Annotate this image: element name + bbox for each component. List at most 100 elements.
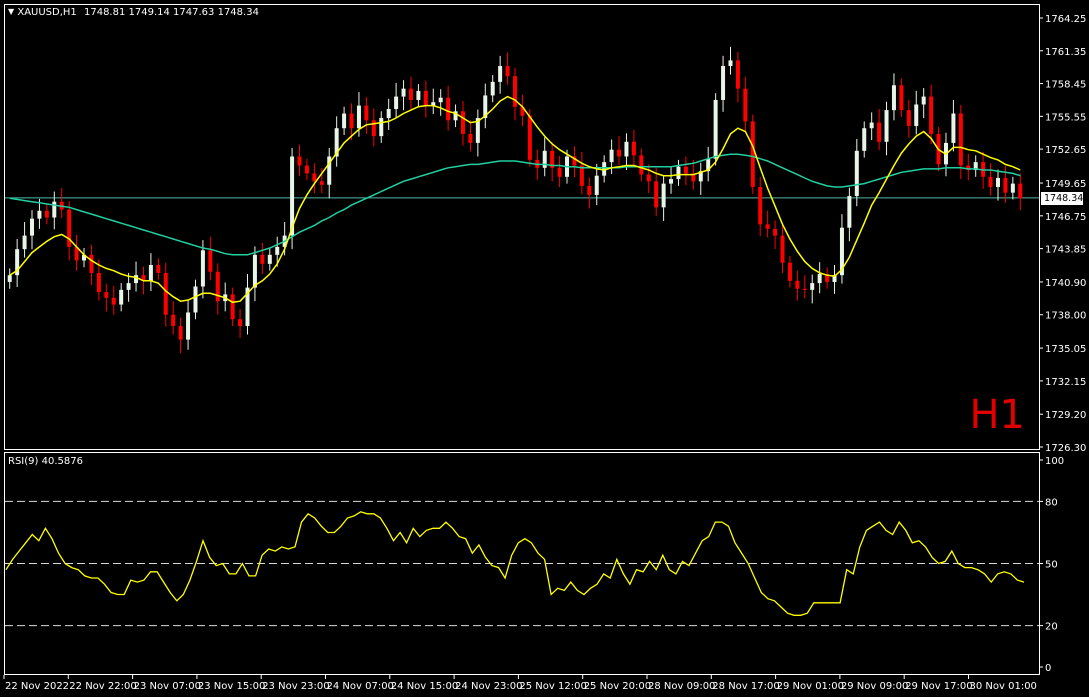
candle-body [891,85,896,111]
rsi-tick-label: 20 [1045,622,1058,633]
candle-body [609,149,614,163]
candle-body [743,88,748,122]
candle-body [7,275,12,282]
candle-body [200,250,205,287]
candle-body [877,122,882,142]
candle-body [468,133,473,143]
price-tick-label: 1764.25 [1045,14,1086,25]
candle-body [527,115,532,160]
candle-body [446,97,451,121]
candle-body [156,265,161,273]
candle-body [394,96,399,109]
price-tick-label: 1755.55 [1045,112,1086,123]
time-tick-label: 24 Nov 23:00 [455,681,522,692]
moving-averages-group [9,95,1021,304]
chart-header[interactable]: ▼ XAUUSD,H1 1748.81 1749.14 1747.63 1748… [8,7,259,18]
candle-body [89,254,94,273]
candle-body [178,326,183,340]
candle-body [498,66,503,82]
candle-body [721,66,726,100]
candle-body [669,179,674,184]
candle-body [579,165,584,186]
rsi-tick-label: 0 [1045,663,1051,674]
candle-body [847,196,852,228]
candle-body [312,173,317,182]
candle-body [951,113,956,143]
candle-body [490,81,495,96]
candle-body [275,246,280,255]
candle-body [148,265,153,281]
candle-body [639,155,644,175]
candle-body [96,272,101,293]
time-tick-label: 24 Nov 07:00 [327,681,394,692]
candle-body [401,88,406,97]
candle-body [1018,183,1023,199]
candle-body [624,141,629,157]
candle-body [208,250,213,272]
rsi-tick-label: 50 [1045,560,1058,571]
time-tick-label: 25 Nov 20:00 [584,681,651,692]
candle-body [802,288,807,290]
time-tick-label: 25 Nov 12:00 [519,681,586,692]
rsi-header: RSI(9) 40.5876 [8,456,83,467]
price-tick-label: 1729.20 [1045,410,1086,421]
candle-body [854,150,859,197]
price-tick-label: 1740.90 [1045,278,1086,289]
price-tick-label: 1732.15 [1045,377,1086,388]
price-axis: 1764.25 1761.35 1758.45 1755.55 1752.65 1749.… [1039,14,1086,454]
candle-body [126,283,131,290]
time-tick-label: 23 Nov 07:00 [134,681,201,692]
candle-body [995,177,1000,187]
candle-body [795,280,800,289]
rsi-tick-label: 80 [1045,497,1058,508]
chart-canvas[interactable]: 1764.25 1761.35 1758.45 1755.55 1752.65 1749.… [0,0,1089,697]
candle-body [1010,183,1015,193]
candle-body [646,174,651,182]
candle-body [988,176,993,187]
candle-body [423,90,428,106]
candle-body [371,120,376,137]
candle-body [379,118,384,137]
price-tick-label: 1746.75 [1045,212,1086,223]
time-tick-label: 22 Nov 2022 [5,681,69,692]
candle-body [356,105,361,129]
candle-body [111,297,116,305]
candle-body [914,104,919,126]
candle-body [594,175,599,195]
candle-body [260,254,265,264]
candle-body [735,60,740,89]
candle-body [171,314,176,327]
candle-body [364,105,369,121]
candle-body [104,292,109,298]
candle-body [193,286,198,313]
candle-body [661,183,666,208]
rsi-levels-group [5,500,1039,627]
candle-body [758,187,763,225]
candle-body [631,141,636,156]
candle-body [713,99,718,159]
candle-body [186,312,191,340]
candle-body [319,181,324,185]
candle-body [304,165,309,174]
candle-body [416,90,421,100]
candle-body [119,289,124,305]
candle-body [238,319,243,327]
candle-body [906,110,911,126]
time-tick-label: 28 Nov 09:00 [648,681,715,692]
symbol-label: XAUUSD,H1 [17,7,77,18]
candle-body [408,88,413,100]
candle-body [230,294,235,320]
candle-body [557,167,562,177]
price-tick-label: 1743.85 [1045,245,1086,256]
time-tick-label: 29 Nov 01:00 [777,681,844,692]
price-tick-label: 1738.00 [1045,311,1086,322]
candle-body [765,224,770,229]
candle-body [267,254,272,264]
rsi-axis: 100 80 50 20 0 [1039,456,1064,674]
candle-body [134,275,139,284]
candle-body [728,60,733,67]
candle-body [252,254,257,288]
timeframe-badge: H1 [969,392,1025,438]
candle-body [899,85,904,111]
chevron-down-icon[interactable]: ▼ [8,7,14,16]
